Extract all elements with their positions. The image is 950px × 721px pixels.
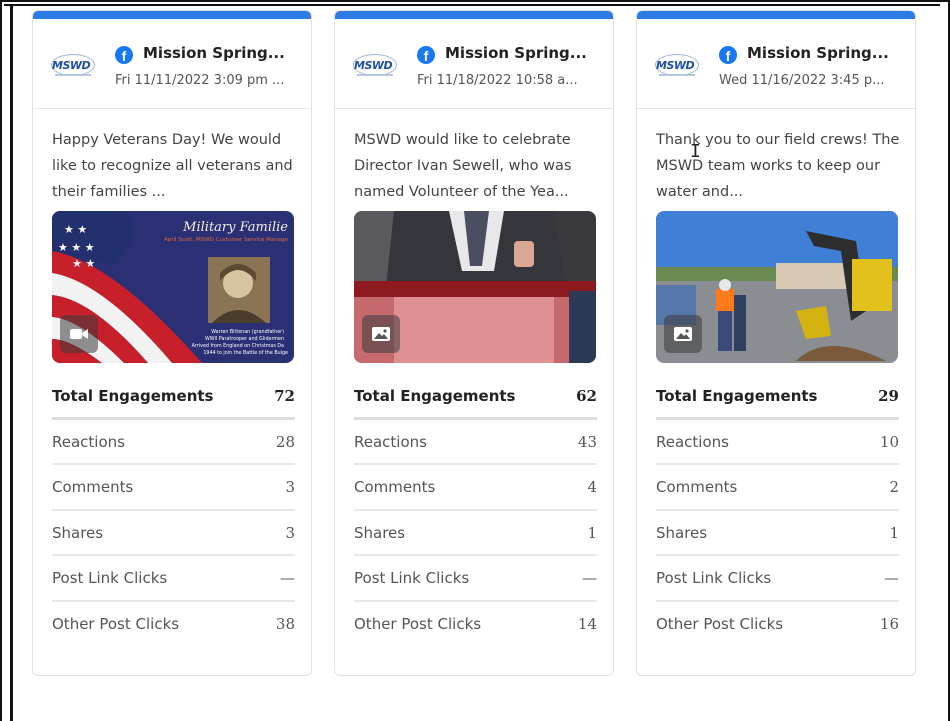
stat-row-post-link-clicks: Post Link Clicks — <box>656 556 899 602</box>
card-accent-bar <box>335 11 613 19</box>
svg-text:Warren Bittenan (grandfather): Warren Bittenan (grandfather) <box>211 329 284 335</box>
engagement-stats: Total Engagements 29 Reactions 10 Comments… <box>656 374 899 647</box>
account-name[interactable]: Mission Spring... <box>143 44 303 62</box>
account-avatar[interactable]: MSWD <box>49 45 99 87</box>
post-header: MSWD f Mission Spring... Fri 11/11/2022 … <box>33 19 311 109</box>
card-accent-bar <box>637 11 915 19</box>
post-card[interactable]: MSWD f Mission Spring... Wed 11/16/2022 … <box>636 10 916 676</box>
stat-row-reactions: Reactions 43 <box>354 420 597 465</box>
media-subtitle: April Scott, MSWD Customer Service Manag… <box>164 237 289 243</box>
stat-row-shares: Shares 1 <box>656 511 899 556</box>
svg-text:WWII Paratrooper and Glidermen: WWII Paratrooper and Glidermen <box>205 336 284 342</box>
card-accent-bar <box>33 11 311 19</box>
account-name[interactable]: Mission Spring... <box>445 44 605 62</box>
post-date: Fri 11/11/2022 3:09 pm ... <box>115 73 285 88</box>
facebook-icon: f <box>115 46 133 64</box>
post-date: Fri 11/18/2022 10:58 a... <box>417 73 578 88</box>
stat-row-other-post-clicks: Other Post Clicks 14 <box>354 614 597 633</box>
stat-row-total-engagements: Total Engagements 72 <box>52 374 295 420</box>
text-cursor-icon: I <box>690 141 701 162</box>
post-card[interactable]: MSWD f Mission Spring... Fri 11/18/2022 … <box>334 10 614 676</box>
logo-text: MSWD <box>52 59 91 72</box>
post-header: MSWD f Mission Spring... Fri 11/18/2022 … <box>335 19 613 109</box>
stat-row-shares: Shares 3 <box>52 511 295 556</box>
post-text: MSWD would like to celebrate Director Iv… <box>354 132 572 200</box>
svg-text:Arrived from England on Christ: Arrived from England on Christmas Da <box>192 343 284 349</box>
stat-row-reactions: Reactions 10 <box>656 420 899 465</box>
stat-row-post-link-clicks: Post Link Clicks — <box>52 556 295 602</box>
svg-text:★ ★: ★ ★ <box>64 223 87 236</box>
svg-text:★ ★: ★ ★ <box>72 257 95 270</box>
post-header: MSWD f Mission Spring... Wed 11/16/2022 … <box>637 19 915 109</box>
stat-row-post-link-clicks: Post Link Clicks — <box>354 556 597 602</box>
image-icon <box>664 315 702 353</box>
stat-row-other-post-clicks: Other Post Clicks 38 <box>52 614 295 633</box>
frame-line <box>4 4 940 6</box>
post-date: Wed 11/16/2022 3:45 p... <box>719 73 885 88</box>
post-text: Thank you to our field crews! The MSWD t… <box>656 132 900 200</box>
account-name[interactable]: Mission Spring... <box>747 44 907 62</box>
svg-text:★ ★ ★: ★ ★ ★ <box>58 241 95 254</box>
stat-row-total-engagements: Total Engagements 62 <box>354 374 597 420</box>
post-media[interactable]: ★ ★ ★ ★ ★ ★ ★ Military Familie April Sco… <box>52 211 294 363</box>
stat-row-reactions: Reactions 28 <box>52 420 295 465</box>
facebook-icon: f <box>417 46 435 64</box>
media-title: Military Familie <box>182 220 288 235</box>
post-media[interactable] <box>354 211 596 363</box>
post-text: Happy Veterans Day! We would like to rec… <box>52 132 293 200</box>
stat-row-other-post-clicks: Other Post Clicks 16 <box>656 614 899 633</box>
facebook-icon: f <box>719 46 737 64</box>
stat-row-comments: Comments 3 <box>52 465 295 511</box>
account-avatar[interactable]: MSWD <box>653 45 703 87</box>
account-avatar[interactable]: MSWD <box>351 45 401 87</box>
engagement-stats: Total Engagements 72 Reactions 28 Comments… <box>52 374 295 647</box>
logo-text: MSWD <box>354 59 393 72</box>
image-icon <box>362 315 400 353</box>
engagement-stats: Total Engagements 62 Reactions 43 Comments… <box>354 374 597 647</box>
stat-row-shares: Shares 1 <box>354 511 597 556</box>
video-icon <box>60 315 98 353</box>
svg-text:1944 to join the Battle of the: 1944 to join the Battle of the Bulge <box>203 350 288 356</box>
frame-line <box>10 4 13 721</box>
post-card[interactable]: MSWD f Mission Spring... Fri 11/11/2022 … <box>32 10 312 676</box>
stat-row-comments: Comments 4 <box>354 465 597 511</box>
post-media[interactable] <box>656 211 898 363</box>
stat-row-total-engagements: Total Engagements 29 <box>656 374 899 420</box>
stat-row-comments: Comments 2 <box>656 465 899 511</box>
logo-text: MSWD <box>656 59 695 72</box>
